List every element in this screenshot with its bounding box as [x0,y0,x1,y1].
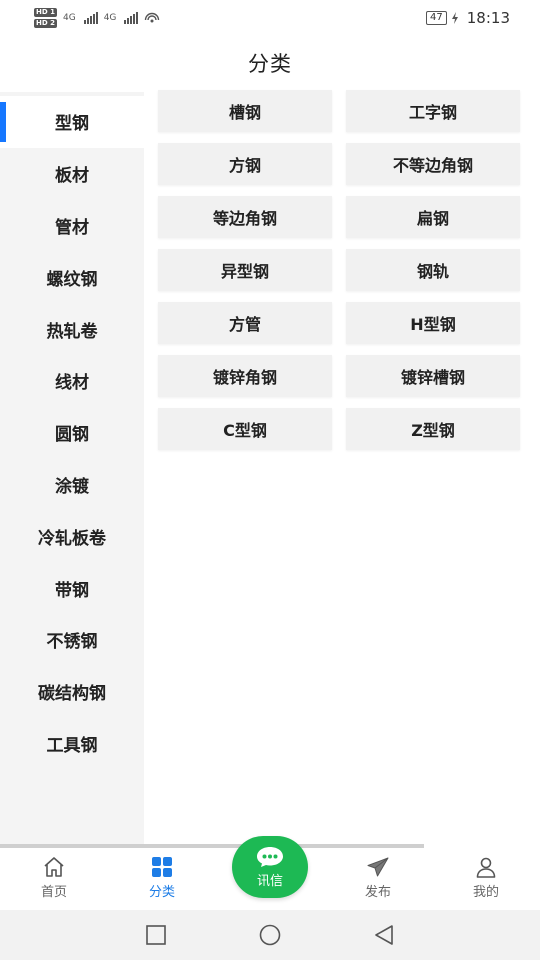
charging-icon [451,12,458,24]
home-icon [44,857,64,877]
tab-mine-label: 我的 [472,885,499,900]
chat-icon [257,847,283,867]
tab-mine[interactable]: 我的 [432,848,540,910]
bottom-tabbar: 首页 分类 讯信 发布 我的 [0,836,540,910]
sidebar-item-label: 碳结构钢 [38,684,106,705]
subcategory-button[interactable]: 镀锌角钢 [158,355,332,397]
network1-label: 4G [62,13,76,23]
sidebar-item-label: 板材 [55,166,89,187]
subcategory-button[interactable]: 扁钢 [346,196,520,238]
subcategory-button[interactable]: 异型钢 [158,249,332,291]
signal1-icon [83,12,98,24]
subcategory-button[interactable]: 方管 [158,302,332,344]
sidebar-item-label: 不锈钢 [46,632,98,653]
sidebar-item-label: 型钢 [55,114,89,135]
subcategory-panel: 槽钢 工字钢 方钢 不等边角钢 等边角钢 扁钢 异型钢 钢轨 方管 H型钢 镀锌… [158,90,522,450]
battery-icon: 47 [426,11,447,25]
sidebar-item-label: 热轧卷 [46,321,98,342]
tab-home-label: 首页 [40,885,67,900]
tab-message-label: 讯信 [256,874,283,889]
sidebar-item-xiancai[interactable]: 线材 [0,355,144,407]
tab-category-label: 分类 [148,885,175,900]
page-title: 分类 [248,52,292,76]
tab-category[interactable]: 分类 [108,848,216,910]
subcategory-button[interactable]: 方钢 [158,143,332,185]
network2-label: 4G [103,13,117,23]
subcategory-button[interactable]: C型钢 [158,408,332,450]
signal2-icon [124,12,139,24]
status-left: HD 1 HD 2 4G 4G [34,7,160,29]
sidebar-item-xinggang[interactable]: 型钢 [0,96,144,148]
sidebar-item-label: 线材 [55,373,89,394]
sidebar-item-buxiugang[interactable]: 不锈钢 [0,614,144,666]
hotspot-icon [145,12,160,23]
sidebar-item-tanjiegougang[interactable]: 碳结构钢 [0,666,144,718]
sim2-label: HD 2 [34,19,57,28]
sim-indicators: HD 1 HD 2 [34,7,57,29]
subcategory-button[interactable]: 工字钢 [346,90,520,132]
subcategory-button[interactable]: 钢轨 [346,249,520,291]
subcategory-button[interactable]: Z型钢 [346,408,520,450]
tab-home[interactable]: 首页 [0,848,108,910]
tab-publish[interactable]: 发布 [324,848,432,910]
category-sidebar: 型钢 板材 管材 螺纹钢 热轧卷 线材 圆钢 涂镀 冷轧板卷 带钢 不锈钢 碳结… [0,92,144,844]
sidebar-item-label: 螺纹钢 [46,269,98,290]
grid-icon [152,857,172,877]
subcategory-button[interactable]: 等边角钢 [158,196,332,238]
sidebar-item-label: 冷轧板卷 [38,528,106,549]
status-right: 47 18:13 [426,9,510,27]
send-icon [367,857,389,877]
subcategory-button[interactable]: 镀锌槽钢 [346,355,520,397]
sidebar-item-gongjugang[interactable]: 工具钢 [0,718,144,770]
message-fab-button[interactable]: 讯信 [232,836,308,898]
header: 分类 [0,36,540,90]
sim1-label: HD 1 [34,8,57,17]
sidebar-item-label: 涂镀 [55,476,89,497]
tab-message[interactable]: 讯信 [216,836,324,910]
sidebar-item-luowengang[interactable]: 螺纹钢 [0,251,144,303]
sidebar-item-label: 带钢 [55,580,89,601]
user-icon [476,857,496,878]
sidebar-item-guancai[interactable]: 管材 [0,200,144,252]
system-navigation-bar [0,910,540,960]
sidebar-item-yuangang[interactable]: 圆钢 [0,407,144,459]
subcategory-button[interactable]: 不等边角钢 [346,143,520,185]
subcategory-button[interactable]: H型钢 [346,302,520,344]
recents-icon[interactable] [145,924,167,946]
status-bar: HD 1 HD 2 4G 4G 47 18:13 [0,0,540,36]
subcategory-button[interactable]: 槽钢 [158,90,332,132]
tab-publish-label: 发布 [364,885,391,900]
sidebar-item-label: 圆钢 [55,425,89,446]
sidebar-item-lengzhabanjuan[interactable]: 冷轧板卷 [0,510,144,562]
home-circle-icon[interactable] [259,924,281,946]
sidebar-item-rezhajuan[interactable]: 热轧卷 [0,303,144,355]
sidebar-item-label: 工具钢 [46,735,98,756]
sidebar-item-daigang[interactable]: 带钢 [0,562,144,614]
sidebar-item-label: 管材 [55,217,89,238]
subcategory-grid: 槽钢 工字钢 方钢 不等边角钢 等边角钢 扁钢 异型钢 钢轨 方管 H型钢 镀锌… [158,90,522,450]
back-icon[interactable] [373,924,395,946]
sidebar-item-tudu[interactable]: 涂镀 [0,459,144,511]
sidebar-item-bancai[interactable]: 板材 [0,148,144,200]
clock: 18:13 [466,9,510,27]
